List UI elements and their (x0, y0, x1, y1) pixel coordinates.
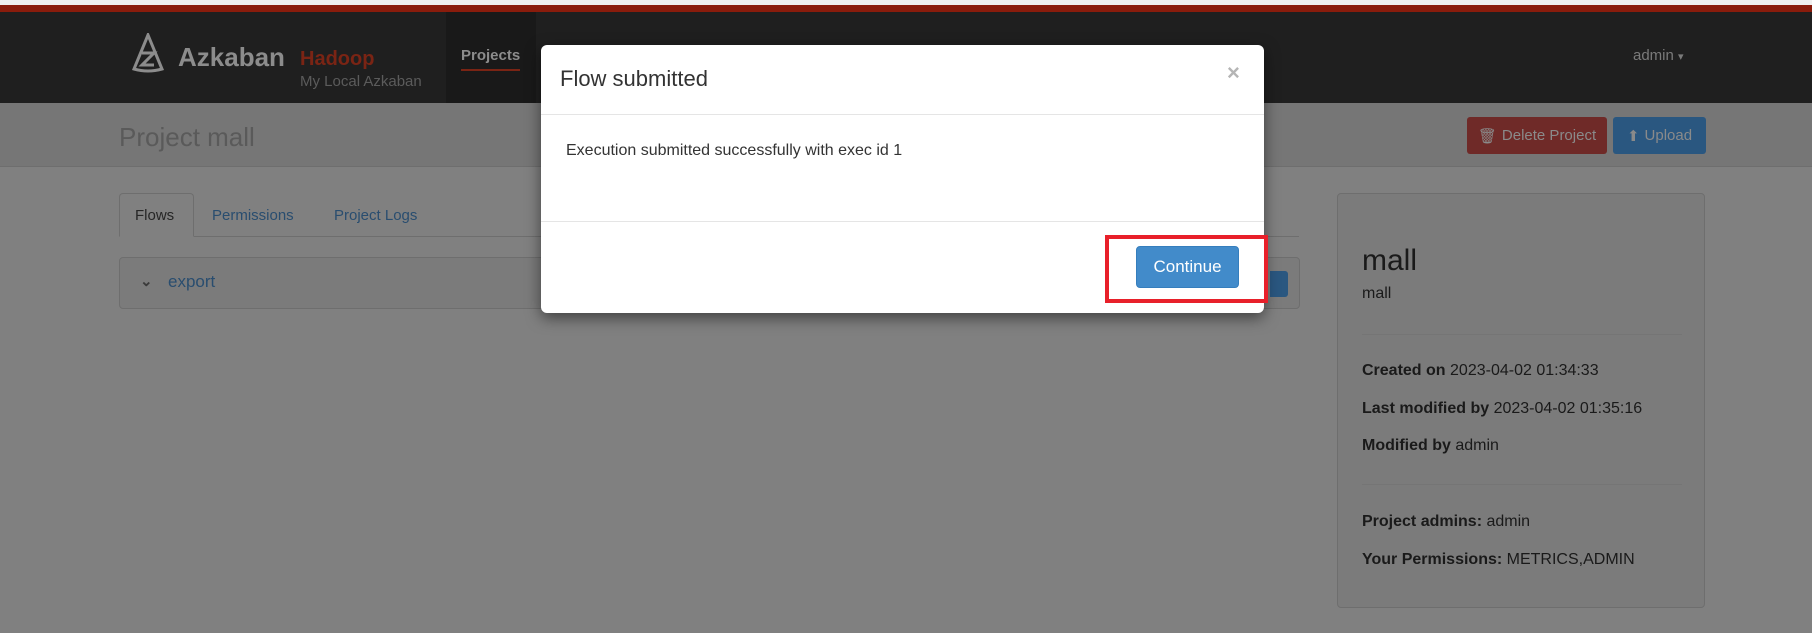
flow-link[interactable]: export (168, 272, 215, 292)
your-permissions: Your Permissions: METRICS,ADMIN (1362, 551, 1635, 568)
upload-label: Upload (1644, 127, 1693, 144)
divider (541, 221, 1264, 222)
user-name: admin (1633, 47, 1674, 64)
highlight-box (1105, 235, 1268, 303)
delete-label: Delete Project (1501, 127, 1597, 144)
project-info-panel: mall mall Created on 2023-04-02 01:34:33… (1337, 193, 1705, 608)
project-admins: Project admins: admin (1362, 513, 1531, 530)
trash-icon: 🗑 (1477, 127, 1497, 145)
tab-flows[interactable]: Flows (119, 193, 194, 237)
project-name: mall (1362, 244, 1418, 277)
execute-flow-button[interactable] (1270, 271, 1288, 297)
modal-message: Execution submitted successfully with ex… (566, 142, 903, 159)
modified-by: Modified by admin (1362, 437, 1499, 454)
divider (541, 114, 1264, 115)
divider (1362, 334, 1682, 335)
upload-icon: ⬆ (1626, 127, 1640, 145)
last-modified: Last modified by 2023-04-02 01:35:16 (1362, 400, 1643, 417)
chevron-down-icon[interactable]: ⌄ (140, 272, 153, 290)
environment-name: My Local Azkaban (300, 73, 422, 90)
azkaban-logo-icon (131, 33, 165, 73)
brand-name[interactable]: Azkaban (178, 42, 285, 73)
page-title: Project mall (119, 122, 255, 152)
tab-project-logs[interactable]: Project Logs (319, 193, 432, 237)
close-icon[interactable]: × (1227, 60, 1240, 86)
created-on: Created on 2023-04-02 01:34:33 (1362, 362, 1599, 379)
delete-project-button[interactable]: 🗑 Delete Project (1467, 117, 1607, 154)
brand-hadoop: Hadoop (300, 48, 375, 70)
upload-button[interactable]: ⬆ Upload (1613, 117, 1706, 154)
top-accent-bar (0, 5, 1812, 12)
user-menu[interactable]: admin ▾ (1633, 47, 1684, 64)
project-description: mall (1362, 285, 1392, 302)
nav-projects[interactable]: Projects (461, 47, 521, 71)
tab-permissions[interactable]: Permissions (197, 193, 309, 237)
caret-down-icon: ▾ (1678, 51, 1684, 63)
divider (1362, 484, 1682, 485)
modal-title: Flow submitted (560, 66, 708, 91)
